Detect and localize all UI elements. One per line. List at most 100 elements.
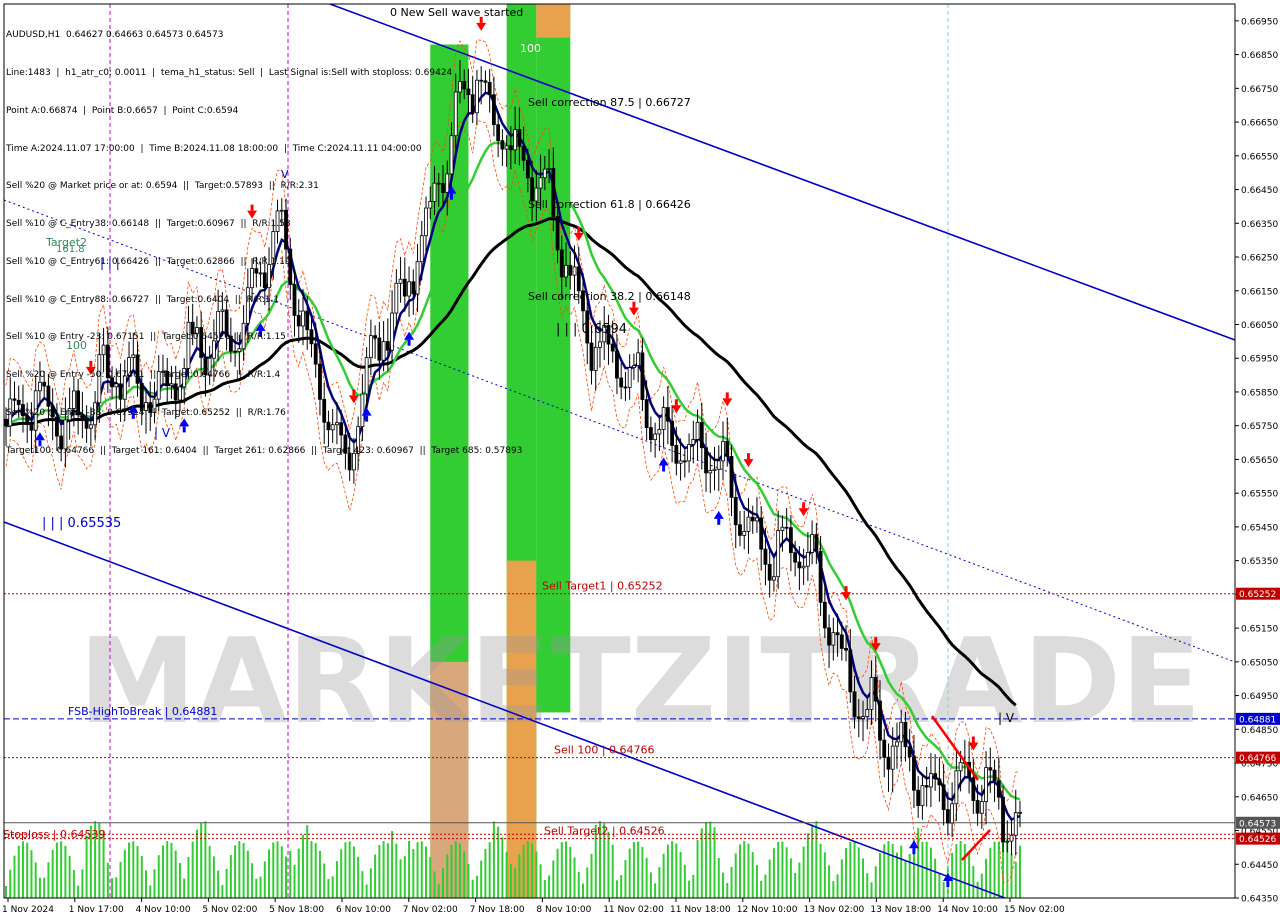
y-tick-label: 0.65950 (1241, 355, 1278, 365)
volume-bar (526, 841, 529, 898)
x-tick-label: 6 Nov 10:00 (336, 905, 391, 915)
candle-body (788, 527, 793, 554)
volume-bar (21, 841, 24, 898)
candle-body (542, 168, 547, 179)
y-axis: 0.66950 0.66850 0.66750 0.66650 0.66550 0.664… (1234, 4, 1280, 905)
sell-arrow-stem (802, 502, 806, 509)
volume-bar (369, 868, 372, 898)
volume-bar (993, 841, 996, 898)
volume-bar (760, 880, 763, 898)
volume-bar (429, 857, 432, 898)
candle-body (988, 767, 993, 771)
volume-bar (637, 841, 640, 898)
volume-bar (900, 845, 903, 898)
volume-bar (832, 881, 835, 898)
volume-bar (357, 856, 360, 898)
volume-bar (548, 875, 551, 898)
volume-bar (641, 846, 644, 898)
candle-body (674, 445, 679, 464)
volume-bar (730, 866, 733, 898)
candle-body (979, 801, 984, 814)
volume-bar (658, 867, 661, 898)
volume-bar (259, 876, 262, 898)
level-label: Sell Target1 | 0.65252 (542, 580, 663, 593)
volume-bar (310, 841, 313, 898)
candle-body (721, 440, 725, 462)
volume-bar (514, 867, 517, 898)
candle-body (793, 552, 798, 563)
watermark: MARKETZITRADE (79, 612, 1202, 750)
candle-body (827, 627, 831, 646)
x-tick-label: 7 Nov 02:00 (403, 905, 458, 915)
sell-arrow (743, 459, 754, 468)
y-tick-label: 0.64650 (1241, 793, 1278, 803)
sell-arrow-stem (874, 637, 878, 644)
candle-body (704, 447, 708, 474)
volume-bar (480, 860, 483, 898)
volume-bar (128, 842, 131, 898)
buy-arrow-stem (717, 518, 721, 525)
volume-bar (586, 867, 589, 898)
candle-body (886, 756, 891, 770)
y-tick-label: 0.64350 (1241, 895, 1278, 905)
volume-bar (30, 850, 33, 898)
volume-bar (611, 844, 614, 898)
y-tick-label: 0.65650 (1241, 456, 1278, 466)
info-line-targets: Target100: 0.64766 || Target 161: 0.6404… (6, 445, 523, 456)
candle-body (767, 563, 772, 581)
volume-bar (671, 841, 674, 898)
candle-body (1013, 812, 1018, 836)
zone-green-3 (536, 4, 571, 713)
volume-bar (51, 849, 54, 898)
volume-bar (225, 868, 228, 898)
candle-body (725, 440, 730, 457)
volume-bar (857, 847, 860, 898)
candle-body (839, 634, 844, 649)
info-line-times: Time A:2024.11.07 17:00:00 | Time B:2024… (6, 143, 422, 154)
volume-bar (980, 873, 983, 898)
candle-body (848, 649, 853, 693)
volume-bar (55, 842, 58, 898)
candle-body (661, 407, 666, 430)
volume-bar (518, 854, 521, 898)
volume-bar (386, 843, 389, 898)
volume-bar (878, 853, 881, 898)
volume-bar (140, 856, 143, 898)
volume-bar (136, 845, 139, 898)
buy-arrow-stem (912, 848, 916, 855)
volume-bar (836, 874, 839, 898)
zone-orange-3 (536, 4, 571, 38)
info-line-points: Point A:0.66874 | Point B:0.6657 | Point… (6, 105, 239, 116)
candle-body (945, 809, 950, 824)
y-tick-label: 0.66250 (1241, 254, 1278, 264)
volume-bar (840, 859, 843, 898)
volume-bar (327, 879, 330, 898)
volume-bar (649, 872, 652, 898)
candle-body (665, 407, 670, 422)
volume-bar (229, 854, 232, 898)
candle-body (822, 601, 827, 629)
volume-bar (675, 843, 678, 898)
volume-bar (942, 882, 945, 898)
volume-bar (119, 861, 122, 898)
info-line-sell-entry-50: Sell %20 @ Entry -50: 0.67461 || Target:… (6, 370, 281, 381)
volume-bar (272, 842, 275, 898)
candle-body (1001, 796, 1005, 843)
volume-bar (985, 858, 988, 898)
buy-arrow (713, 510, 724, 519)
volume-bar (866, 873, 869, 898)
sell-arrow (671, 405, 682, 414)
x-tick-label: 5 Nov 02:00 (202, 905, 257, 915)
volume-bar (301, 834, 304, 898)
volume-bar (789, 858, 792, 898)
volume-bar (556, 848, 559, 898)
volume-bar (399, 859, 402, 898)
volume-bar (9, 869, 12, 898)
volume-bar (106, 862, 109, 898)
volume-bar (747, 843, 750, 898)
x-tick-label: 13 Nov 18:00 (870, 905, 931, 915)
volume-bar (569, 846, 572, 898)
volume-bar (318, 850, 321, 898)
annotation-text: | | | 0.65535 (42, 516, 121, 531)
level-label: Stoploss | 0.64539 (3, 828, 105, 841)
